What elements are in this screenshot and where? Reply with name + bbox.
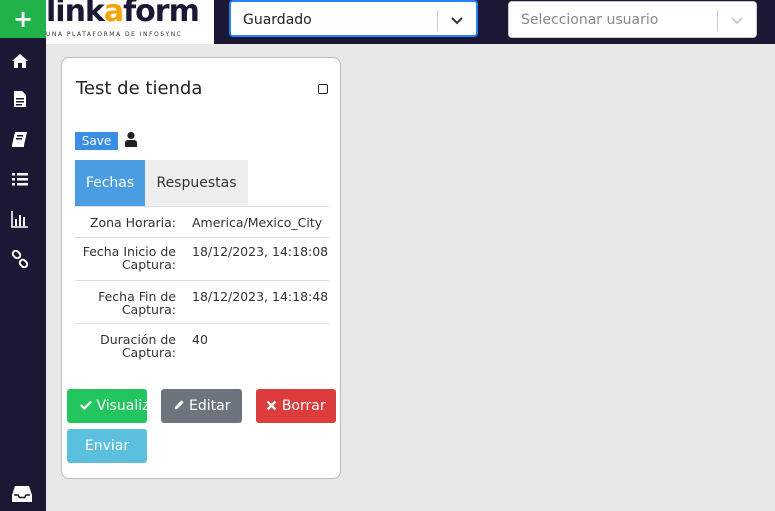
form-card: Test de tienda Save Fechas Respuestas Zo…	[61, 57, 341, 479]
user-select[interactable]: Seleccionar usuario	[508, 1, 757, 38]
status-select[interactable]: Guardado	[229, 0, 478, 37]
inbox-icon[interactable]	[11, 484, 33, 504]
save-button[interactable]: Save	[75, 132, 118, 150]
user-select-placeholder: Seleccionar usuario	[521, 12, 659, 28]
detail-row-duration: Duración de Captura: 40	[75, 323, 329, 361]
status-select-value: Guardado	[243, 12, 312, 28]
list-icon[interactable]	[11, 170, 31, 190]
add-button[interactable]: +	[0, 0, 46, 38]
tab-bar: Fechas Respuestas	[75, 160, 329, 207]
row-label: Zona Horaria:	[89, 215, 176, 230]
tab-respuestas[interactable]: Respuestas	[145, 160, 248, 206]
row-label: Duración de Captura:	[100, 332, 176, 360]
pencil-icon	[174, 400, 184, 410]
send-button[interactable]: Enviar	[67, 429, 147, 463]
check-icon	[80, 400, 92, 411]
visualize-button[interactable]: Visualizar	[67, 389, 147, 423]
card-title: Test de tienda	[76, 78, 203, 99]
logo: linkaform UNA PLATAFORMA DE INFOSYNC	[46, 0, 214, 44]
link-icon[interactable]	[11, 249, 31, 270]
row-value: 40	[192, 332, 208, 347]
select-checkbox[interactable]	[318, 84, 328, 94]
chevron-down-icon[interactable]	[729, 12, 745, 28]
home-icon[interactable]	[11, 52, 31, 72]
file-icon[interactable]	[11, 90, 31, 110]
row-value: America/Mexico_City	[192, 215, 323, 230]
logo-wordmark: linkaform	[46, 0, 200, 29]
chart-icon[interactable]	[11, 210, 31, 230]
book-icon[interactable]	[11, 130, 31, 150]
delete-button[interactable]: Borrar	[256, 389, 336, 423]
row-value: 18/12/2023, 14:18:08	[192, 244, 329, 259]
detail-row-timezone: Zona Horaria: America/Mexico_City	[75, 207, 329, 238]
edit-button[interactable]: Editar	[161, 389, 242, 423]
row-label: Fecha Inicio de Captura:	[82, 244, 176, 272]
select-separator	[717, 10, 718, 31]
tab-fechas[interactable]: Fechas	[75, 160, 145, 206]
detail-row-start: Fecha Inicio de Captura: 18/12/2023, 14:1…	[75, 237, 329, 281]
row-label: Fecha Fin de Captura:	[98, 289, 176, 317]
select-separator	[437, 10, 438, 31]
logo-tagline: UNA PLATAFORMA DE INFOSYNC	[46, 31, 183, 38]
top-bar: linkaform UNA PLATAFORMA DE INFOSYNC Gua…	[46, 0, 775, 44]
detail-row-end: Fecha Fin de Captura: 18/12/2023, 14:18:4…	[75, 280, 329, 324]
user-icon[interactable]	[124, 131, 138, 147]
close-icon	[267, 400, 277, 411]
chevron-down-icon[interactable]	[449, 12, 465, 28]
sidebar: +	[0, 0, 46, 511]
row-value: 18/12/2023, 14:18:48	[192, 289, 329, 304]
